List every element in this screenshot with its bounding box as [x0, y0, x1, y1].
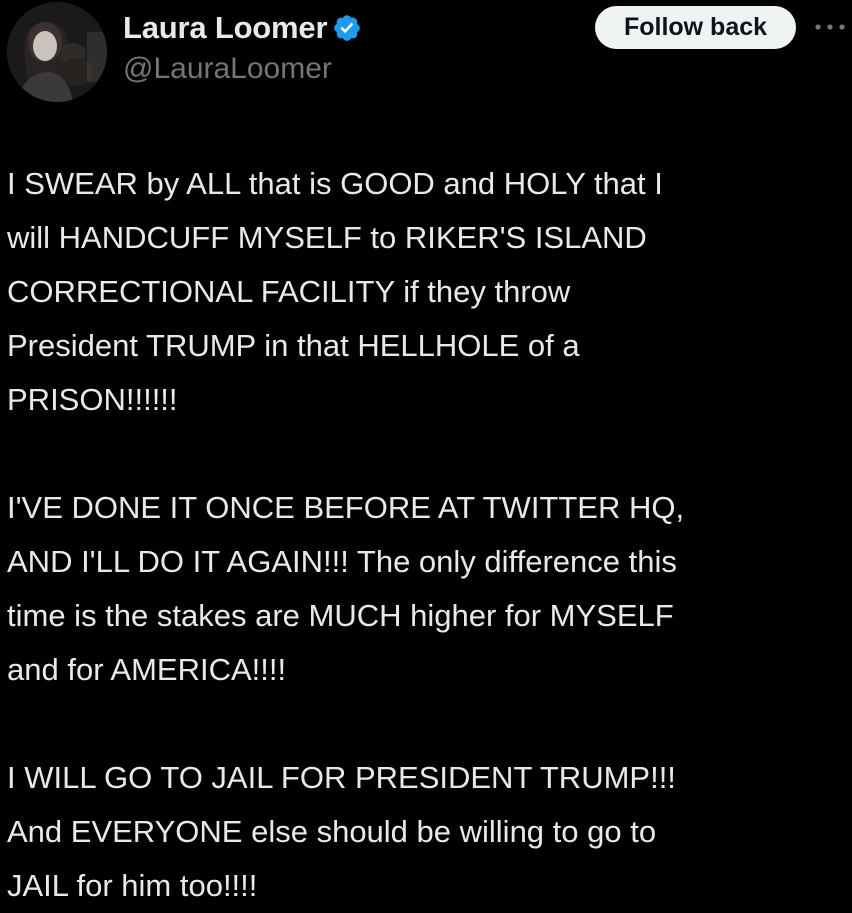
profile-avatar[interactable] [7, 2, 107, 102]
author-handle[interactable]: @LauraLoomer [123, 52, 332, 86]
author-name-row[interactable]: Laura Loomer [123, 8, 362, 48]
more-options-icon[interactable] [812, 15, 848, 39]
tweet-text: I SWEAR by ALL that is GOOD and HOLY tha… [7, 157, 842, 913]
tweet-paragraph-1: I SWEAR by ALL that is GOOD and HOLY tha… [7, 166, 663, 417]
verified-badge-icon[interactable] [332, 13, 362, 43]
tweet-header: Laura Loomer @LauraLoomer Follow back [0, 0, 852, 110]
avatar-image [7, 2, 107, 102]
follow-back-button[interactable]: Follow back [595, 6, 796, 49]
tweet-paragraph-2: I'VE DONE IT ONCE BEFORE AT TWITTER HQ, … [7, 490, 685, 687]
author-display-name[interactable]: Laura Loomer [123, 10, 328, 46]
